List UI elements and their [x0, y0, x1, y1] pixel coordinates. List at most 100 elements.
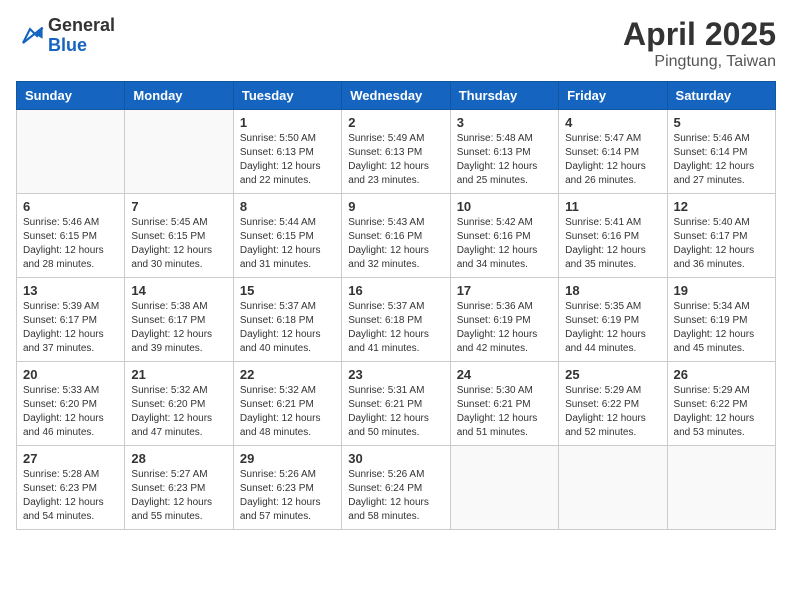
calendar-cell [559, 446, 667, 530]
weekday-header-sunday: Sunday [17, 82, 125, 110]
logo-general: General [48, 15, 115, 35]
day-info: Sunrise: 5:46 AM Sunset: 6:14 PM Dayligh… [674, 132, 769, 188]
day-number: 26 [674, 367, 769, 382]
calendar-cell [450, 446, 558, 530]
day-info: Sunrise: 5:28 AM Sunset: 6:23 PM Dayligh… [23, 468, 118, 524]
day-number: 2 [348, 115, 443, 130]
day-number: 29 [240, 451, 335, 466]
title-area: April 2025 Pingtung, Taiwan [623, 16, 776, 71]
weekday-header-saturday: Saturday [667, 82, 775, 110]
day-info: Sunrise: 5:32 AM Sunset: 6:20 PM Dayligh… [131, 384, 226, 440]
calendar-cell: 5 Sunrise: 5:46 AM Sunset: 6:14 PM Daylig… [667, 110, 775, 194]
day-number: 20 [23, 367, 118, 382]
day-info: Sunrise: 5:26 AM Sunset: 6:24 PM Dayligh… [348, 468, 443, 524]
day-number: 9 [348, 199, 443, 214]
day-info: Sunrise: 5:29 AM Sunset: 6:22 PM Dayligh… [565, 384, 660, 440]
calendar-cell: 28Sunrise: 5:27 AM Sunset: 6:23 PM Dayli… [125, 446, 233, 530]
week-row-3: 20Sunrise: 5:33 AM Sunset: 6:20 PM Dayli… [17, 362, 776, 446]
calendar-cell: 16 Sunrise: 5:37 AM Sunset: 6:18 PM Dayli… [342, 278, 450, 362]
calendar-cell: 7 Sunrise: 5:45 AM Sunset: 6:15 PM Daylig… [125, 194, 233, 278]
day-info: Sunrise: 5:50 AM Sunset: 6:13 PM Dayligh… [240, 132, 335, 188]
day-info: Sunrise: 5:37 AM Sunset: 6:18 PM Dayligh… [348, 300, 443, 356]
logo-blue: Blue [48, 35, 87, 55]
calendar-cell: 24 Sunrise: 5:30 AM Sunset: 6:21 PM Dayli… [450, 362, 558, 446]
calendar-cell [125, 110, 233, 194]
day-number: 4 [565, 115, 660, 130]
week-row-0: 1 Sunrise: 5:50 AM Sunset: 6:13 PM Daylig… [17, 110, 776, 194]
calendar-cell: 3 Sunrise: 5:48 AM Sunset: 6:13 PM Daylig… [450, 110, 558, 194]
calendar-cell: 22 Sunrise: 5:32 AM Sunset: 6:21 PM Dayli… [233, 362, 341, 446]
day-info: Sunrise: 5:30 AM Sunset: 6:21 PM Dayligh… [457, 384, 552, 440]
calendar-cell: 15 Sunrise: 5:37 AM Sunset: 6:18 PM Dayli… [233, 278, 341, 362]
calendar-table: SundayMondayTuesdayWednesdayThursdayFrid… [16, 81, 776, 530]
day-number: 14 [131, 283, 226, 298]
weekday-header-monday: Monday [125, 82, 233, 110]
calendar-cell: 17Sunrise: 5:36 AM Sunset: 6:19 PM Dayli… [450, 278, 558, 362]
calendar-cell [17, 110, 125, 194]
header: General Blue April 2025 Pingtung, Taiwan [16, 16, 776, 71]
day-number: 16 [348, 283, 443, 298]
weekday-header-tuesday: Tuesday [233, 82, 341, 110]
week-row-4: 27 Sunrise: 5:28 AM Sunset: 6:23 PM Dayli… [17, 446, 776, 530]
weekday-header-row: SundayMondayTuesdayWednesdayThursdayFrid… [17, 82, 776, 110]
day-number: 22 [240, 367, 335, 382]
day-info: Sunrise: 5:32 AM Sunset: 6:21 PM Dayligh… [240, 384, 335, 440]
day-number: 6 [23, 199, 118, 214]
day-number: 3 [457, 115, 552, 130]
day-info: Sunrise: 5:34 AM Sunset: 6:19 PM Dayligh… [674, 300, 769, 356]
day-number: 5 [674, 115, 769, 130]
day-info: Sunrise: 5:36 AM Sunset: 6:19 PM Dayligh… [457, 300, 552, 356]
day-number: 7 [131, 199, 226, 214]
calendar-cell: 4 Sunrise: 5:47 AM Sunset: 6:14 PM Daylig… [559, 110, 667, 194]
logo: General Blue [16, 16, 115, 56]
day-number: 28 [131, 451, 226, 466]
day-number: 1 [240, 115, 335, 130]
calendar-cell: 27 Sunrise: 5:28 AM Sunset: 6:23 PM Dayli… [17, 446, 125, 530]
day-info: Sunrise: 5:41 AM Sunset: 6:16 PM Dayligh… [565, 216, 660, 272]
calendar-cell: 11Sunrise: 5:41 AM Sunset: 6:16 PM Dayli… [559, 194, 667, 278]
day-info: Sunrise: 5:31 AM Sunset: 6:21 PM Dayligh… [348, 384, 443, 440]
day-number: 23 [348, 367, 443, 382]
day-info: Sunrise: 5:38 AM Sunset: 6:17 PM Dayligh… [131, 300, 226, 356]
day-number: 10 [457, 199, 552, 214]
calendar-cell: 25 Sunrise: 5:29 AM Sunset: 6:22 PM Dayli… [559, 362, 667, 446]
calendar-cell: 12 Sunrise: 5:40 AM Sunset: 6:17 PM Dayli… [667, 194, 775, 278]
weekday-header-thursday: Thursday [450, 82, 558, 110]
calendar-cell: 1 Sunrise: 5:50 AM Sunset: 6:13 PM Daylig… [233, 110, 341, 194]
calendar-cell: 20Sunrise: 5:33 AM Sunset: 6:20 PM Dayli… [17, 362, 125, 446]
calendar-cell: 23 Sunrise: 5:31 AM Sunset: 6:21 PM Dayli… [342, 362, 450, 446]
calendar-cell: 21Sunrise: 5:32 AM Sunset: 6:20 PM Dayli… [125, 362, 233, 446]
day-number: 13 [23, 283, 118, 298]
day-number: 18 [565, 283, 660, 298]
calendar-subtitle: Pingtung, Taiwan [623, 53, 776, 71]
calendar-cell: 2Sunrise: 5:49 AM Sunset: 6:13 PM Daylig… [342, 110, 450, 194]
day-info: Sunrise: 5:37 AM Sunset: 6:18 PM Dayligh… [240, 300, 335, 356]
day-info: Sunrise: 5:39 AM Sunset: 6:17 PM Dayligh… [23, 300, 118, 356]
day-info: Sunrise: 5:46 AM Sunset: 6:15 PM Dayligh… [23, 216, 118, 272]
day-info: Sunrise: 5:45 AM Sunset: 6:15 PM Dayligh… [131, 216, 226, 272]
day-number: 27 [23, 451, 118, 466]
day-info: Sunrise: 5:48 AM Sunset: 6:13 PM Dayligh… [457, 132, 552, 188]
calendar-cell: 26 Sunrise: 5:29 AM Sunset: 6:22 PM Dayli… [667, 362, 775, 446]
day-info: Sunrise: 5:35 AM Sunset: 6:19 PM Dayligh… [565, 300, 660, 356]
calendar-cell: 6 Sunrise: 5:46 AM Sunset: 6:15 PM Daylig… [17, 194, 125, 278]
logo-icon [16, 22, 44, 50]
calendar-cell: 29 Sunrise: 5:26 AM Sunset: 6:23 PM Dayli… [233, 446, 341, 530]
day-number: 24 [457, 367, 552, 382]
calendar-title: April 2025 [623, 16, 776, 53]
week-row-1: 6 Sunrise: 5:46 AM Sunset: 6:15 PM Daylig… [17, 194, 776, 278]
calendar-cell: 19Sunrise: 5:34 AM Sunset: 6:19 PM Dayli… [667, 278, 775, 362]
calendar-cell [667, 446, 775, 530]
day-info: Sunrise: 5:40 AM Sunset: 6:17 PM Dayligh… [674, 216, 769, 272]
calendar-cell: 8Sunrise: 5:44 AM Sunset: 6:15 PM Daylig… [233, 194, 341, 278]
calendar-cell: 14 Sunrise: 5:38 AM Sunset: 6:17 PM Dayli… [125, 278, 233, 362]
calendar-cell: 30Sunrise: 5:26 AM Sunset: 6:24 PM Dayli… [342, 446, 450, 530]
day-number: 15 [240, 283, 335, 298]
day-number: 12 [674, 199, 769, 214]
weekday-header-wednesday: Wednesday [342, 82, 450, 110]
day-info: Sunrise: 5:29 AM Sunset: 6:22 PM Dayligh… [674, 384, 769, 440]
day-number: 25 [565, 367, 660, 382]
day-info: Sunrise: 5:47 AM Sunset: 6:14 PM Dayligh… [565, 132, 660, 188]
day-info: Sunrise: 5:26 AM Sunset: 6:23 PM Dayligh… [240, 468, 335, 524]
calendar-cell: 10Sunrise: 5:42 AM Sunset: 6:16 PM Dayli… [450, 194, 558, 278]
